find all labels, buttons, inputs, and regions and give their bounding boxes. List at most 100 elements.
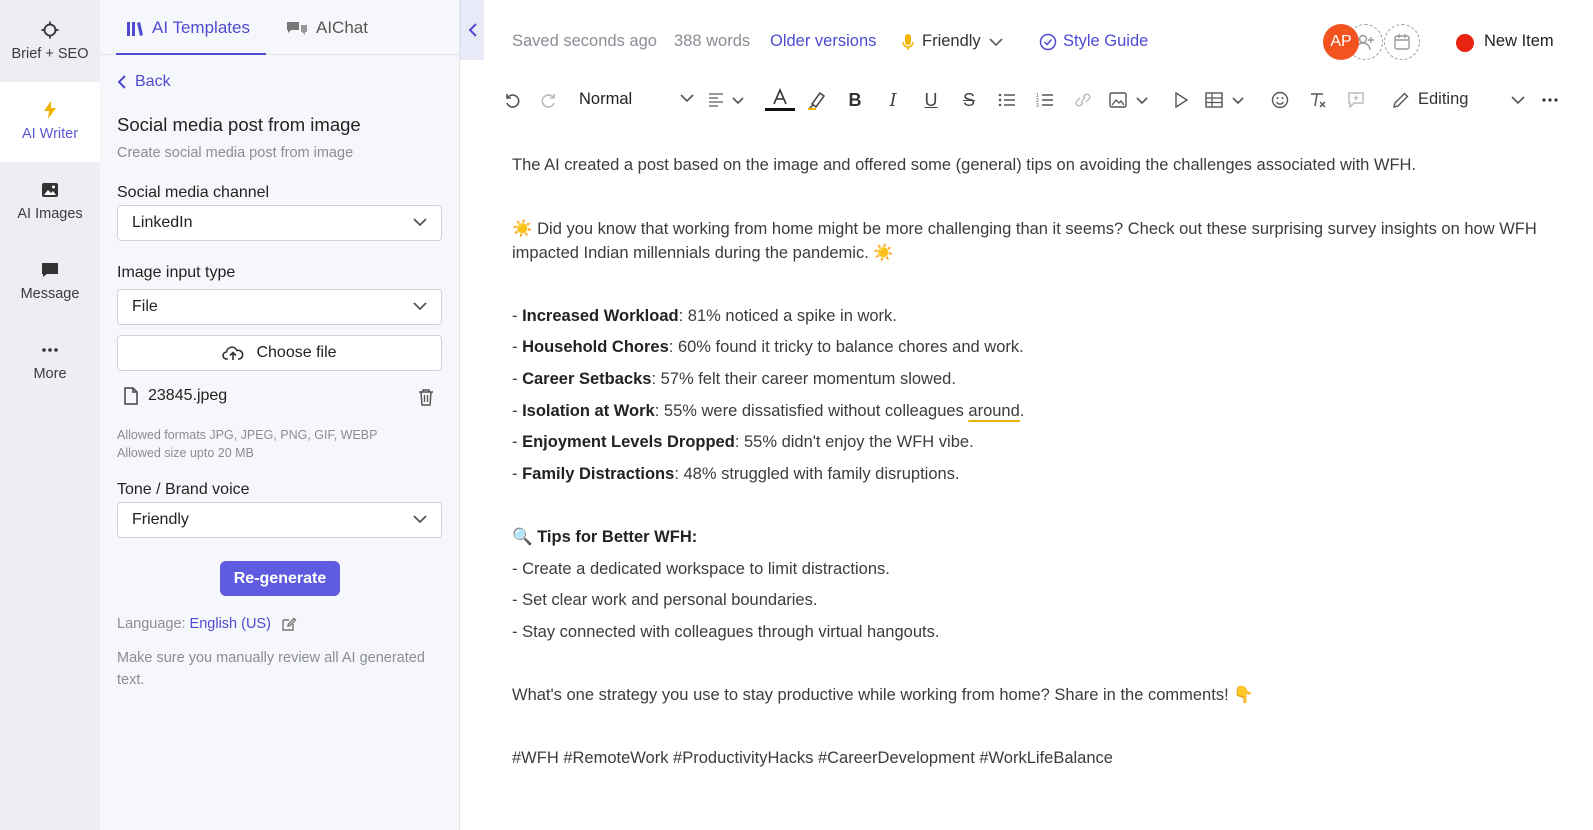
input-type-select[interactable]: File xyxy=(117,289,442,325)
hashtags: #WFH #RemoteWork #ProductivityHacks #Car… xyxy=(512,749,1113,768)
image-icon xyxy=(1109,92,1148,108)
templates-icon xyxy=(127,22,143,36)
rail-ai-writer[interactable]: AI Writer xyxy=(0,82,100,162)
more-options-button[interactable] xyxy=(1538,88,1562,112)
highlighter-icon xyxy=(808,91,826,110)
intro-paragraph: The AI created a post based on the image… xyxy=(512,156,1417,174)
rail-more[interactable]: More xyxy=(0,322,100,400)
image-icon xyxy=(42,183,58,197)
rail-brief-seo[interactable]: Brief + SEO xyxy=(0,2,100,82)
formatting-toolbar: Normal B I U S 123 Editing xyxy=(500,84,1593,116)
back-label: Back xyxy=(135,73,171,90)
link-button[interactable] xyxy=(1071,88,1095,112)
comment-button[interactable] xyxy=(1344,88,1368,112)
media-button[interactable] xyxy=(1169,88,1193,112)
tab-aichat[interactable]: AIChat xyxy=(286,14,368,51)
regenerate-button[interactable]: Re-generate xyxy=(220,561,340,596)
saved-status: Saved seconds ago xyxy=(512,32,657,50)
template-subtitle: Create social media post from image xyxy=(117,145,354,161)
channel-select[interactable]: LinkedIn xyxy=(117,205,442,241)
tab-label: AIChat xyxy=(316,18,368,37)
underline-button[interactable]: U xyxy=(919,88,943,112)
more-icon xyxy=(1542,98,1558,102)
align-button[interactable] xyxy=(706,88,750,112)
rail-message[interactable]: Message xyxy=(0,242,100,320)
back-link[interactable]: Back xyxy=(117,73,171,91)
chevron-down-icon xyxy=(989,37,1003,46)
tip-item: - Stay connected with colleagues through… xyxy=(512,622,940,641)
chevron-down-icon xyxy=(680,94,694,103)
stat-term: Isolation at Work xyxy=(522,401,655,420)
schedule-button[interactable] xyxy=(1384,24,1420,60)
list-item: - Increased Workload: 81% noticed a spik… xyxy=(512,306,897,325)
editor-topbar: Saved seconds ago 388 words Older versio… xyxy=(484,0,1593,80)
bold-button[interactable]: B xyxy=(843,88,867,112)
svg-text:3: 3 xyxy=(1036,103,1039,108)
rail-ai-images[interactable]: AI Images xyxy=(0,162,100,240)
chat-icon xyxy=(287,22,307,35)
tone-select[interactable]: Friendly xyxy=(117,502,442,538)
template-title: Social media post from image xyxy=(117,114,361,135)
status-label[interactable]: New Item xyxy=(1484,32,1554,51)
redo-button[interactable] xyxy=(537,88,561,112)
rail-label: Brief + SEO xyxy=(11,46,89,62)
text-color-button[interactable] xyxy=(764,88,796,112)
undo-button[interactable] xyxy=(500,88,524,112)
smiley-icon xyxy=(1271,91,1289,109)
tip-item: - Create a dedicated workspace to limit … xyxy=(512,559,890,578)
redo-icon xyxy=(541,94,555,108)
choose-file-label: Choose file xyxy=(256,344,337,361)
bullet-list-button[interactable] xyxy=(995,88,1019,112)
stat-term: Household Chores xyxy=(522,338,669,357)
delete-file-icon[interactable] xyxy=(418,388,434,406)
pencil-icon xyxy=(1393,92,1409,108)
paragraph-style-value: Normal xyxy=(579,90,633,108)
input-type-value: File xyxy=(132,298,158,315)
tab-ai-templates[interactable]: AI Templates xyxy=(116,14,266,55)
emoji-button[interactable] xyxy=(1268,88,1292,112)
tips-heading: 🔍 Tips for Better WFH: xyxy=(512,527,698,546)
style-guide-link[interactable]: Style Guide xyxy=(1039,32,1148,51)
list-item: - Isolation at Work: 55% were dissatisfi… xyxy=(512,401,1025,420)
check-circle-icon xyxy=(1039,33,1057,50)
grammar-suggestion[interactable]: around xyxy=(968,402,1019,420)
avatar[interactable]: AP xyxy=(1323,24,1359,60)
strikethrough-button[interactable]: S xyxy=(957,88,981,112)
chevron-down-icon xyxy=(1511,96,1525,105)
rail-label: AI Writer xyxy=(21,126,79,142)
language-row: Language: English (US) xyxy=(117,616,297,632)
tip-item: - Set clear work and personal boundaries… xyxy=(512,591,818,610)
chevron-left-icon xyxy=(468,23,477,37)
highlight-button[interactable] xyxy=(805,88,829,112)
tone-label: Tone / Brand voice xyxy=(117,481,250,498)
message-icon xyxy=(42,263,58,277)
edit-icon[interactable] xyxy=(281,616,297,632)
numbered-list-icon: 123 xyxy=(1036,93,1053,108)
list-item: - Career Setbacks: 57% felt their career… xyxy=(512,369,956,388)
paragraph-style-select[interactable]: Normal xyxy=(579,90,694,109)
clear-formatting-button[interactable] xyxy=(1306,88,1330,112)
insert-image-button[interactable] xyxy=(1109,88,1153,112)
tone-value: Friendly xyxy=(132,511,189,528)
tone-label: Friendly xyxy=(922,32,981,50)
italic-button[interactable]: I xyxy=(881,88,905,112)
insert-table-button[interactable] xyxy=(1205,88,1249,112)
document-editor[interactable]: The AI created a post based on the image… xyxy=(512,150,1552,775)
language-value[interactable]: English (US) xyxy=(190,616,271,632)
editing-mode-dropdown[interactable]: Editing xyxy=(1392,90,1468,109)
input-type-label: Image input type xyxy=(117,264,236,281)
review-note: Make sure you manually review all AI gen… xyxy=(117,650,425,688)
editing-mode-chevron[interactable] xyxy=(1506,88,1530,112)
chevron-down-icon xyxy=(413,515,427,524)
calendar-icon xyxy=(1394,34,1410,50)
collapse-panel-button[interactable] xyxy=(460,0,484,60)
numbered-list-button[interactable]: 123 xyxy=(1033,88,1057,112)
stat-text: . xyxy=(1019,401,1025,420)
tone-dropdown[interactable]: Friendly xyxy=(902,32,1003,51)
choose-file-button[interactable]: Choose file xyxy=(117,335,442,371)
chevron-down-icon xyxy=(413,218,427,227)
stat-term: Increased Workload xyxy=(522,306,679,325)
channel-label: Social media channel xyxy=(117,184,270,201)
stat-text: : 81% noticed a spike in work. xyxy=(678,306,897,325)
older-versions-link[interactable]: Older versions xyxy=(770,32,876,51)
